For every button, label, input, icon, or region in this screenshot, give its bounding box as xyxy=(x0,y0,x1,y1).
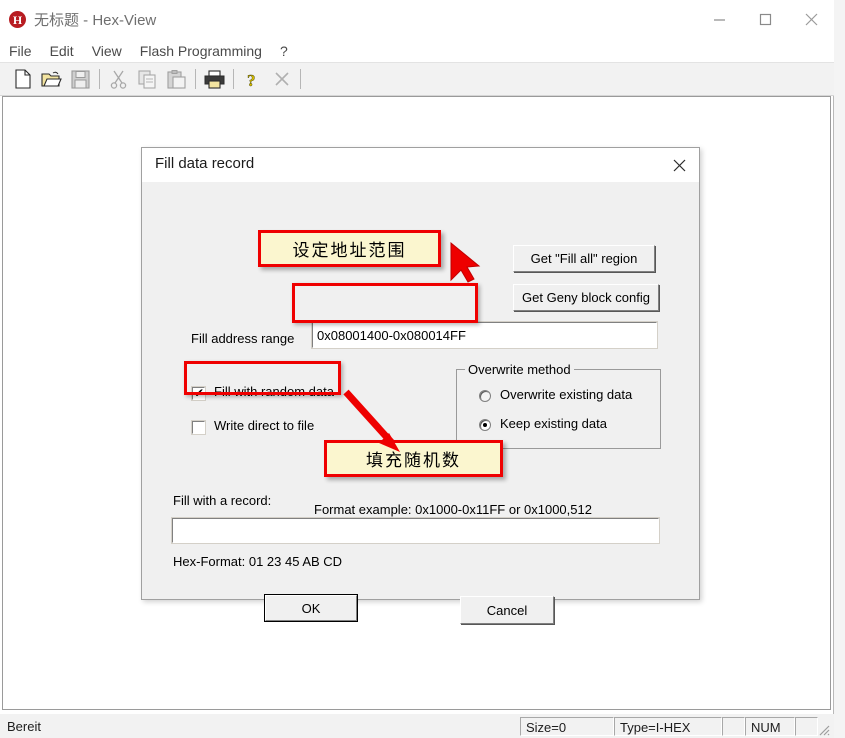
write-direct-to-file-label: Write direct to file xyxy=(214,418,315,433)
cancel-button[interactable]: Cancel xyxy=(460,596,554,624)
title-bar: H 无标题 - Hex-View xyxy=(0,0,834,39)
overwrite-method-title: Overwrite method xyxy=(465,362,574,377)
window-title: 无标题 - Hex-View xyxy=(34,12,157,29)
status-size: Size=0 xyxy=(520,716,614,736)
menu-item-file[interactable]: File xyxy=(0,43,41,59)
annotation-set-address-range: 设定地址范围 xyxy=(258,230,441,267)
fill-with-a-record-label: Fill with a record: xyxy=(173,493,272,508)
annotation-fill-random-number: 填充随机数 xyxy=(324,440,503,477)
window-controls xyxy=(696,0,834,39)
address-format-hint: Format example: 0x1000-0x11FF or 0x1000,… xyxy=(314,502,592,517)
fill-address-range-label: Fill address range xyxy=(191,331,295,346)
write-direct-to-file-checkbox[interactable] xyxy=(191,420,206,435)
radio-dot-icon xyxy=(483,423,487,427)
new-file-icon[interactable] xyxy=(8,65,37,93)
help-icon[interactable]: ? xyxy=(238,65,267,93)
open-file-icon[interactable] xyxy=(37,65,66,93)
print-icon[interactable] xyxy=(200,65,229,93)
maximize-button[interactable] xyxy=(742,0,788,39)
status-type: Type=I-HEX xyxy=(614,716,722,736)
toolbar-separator-4 xyxy=(300,69,301,89)
close-button[interactable] xyxy=(788,0,834,39)
menu-item-view[interactable]: View xyxy=(83,43,131,59)
overwrite-method-group: Overwrite method Overwrite existing data… xyxy=(456,362,661,449)
overwrite-existing-data-radio[interactable] xyxy=(479,390,491,402)
dialog-title-bar: Fill data record xyxy=(142,148,699,182)
fill-address-range-input[interactable]: 0x08001400-0x080014FF xyxy=(311,321,658,349)
fill-with-a-record-input[interactable] xyxy=(171,517,660,544)
menu-item-edit[interactable]: Edit xyxy=(41,43,83,59)
dialog-close-button[interactable] xyxy=(667,154,691,176)
overwrite-existing-data-label: Overwrite existing data xyxy=(500,387,633,402)
get-geny-block-config-button[interactable]: Get Geny block config xyxy=(513,284,659,311)
keep-existing-data-label: Keep existing data xyxy=(500,416,607,431)
paste-icon xyxy=(162,65,191,93)
menu-item-flash-programming[interactable]: Flash Programming xyxy=(131,43,271,59)
annotation-rect-address-field xyxy=(292,283,478,323)
hex-format-hint: Hex-Format: 01 23 45 AB CD xyxy=(173,554,343,569)
dialog-title: Fill data record xyxy=(155,155,255,172)
toolbar-separator-2 xyxy=(195,69,196,89)
keep-existing-data-radio[interactable] xyxy=(479,419,491,431)
status-message: Bereit xyxy=(7,718,41,734)
toolbar-separator-1 xyxy=(99,69,100,89)
resize-grip-icon[interactable] xyxy=(816,722,830,736)
svg-text:?: ? xyxy=(247,71,256,89)
toolbar-separator-3 xyxy=(233,69,234,89)
save-file-icon xyxy=(66,65,95,93)
menu-item-help[interactable]: ? xyxy=(271,43,297,59)
annotation-rect-random-checkbox xyxy=(184,361,341,395)
status-blank-1 xyxy=(722,716,745,736)
ok-button-inner: OK xyxy=(265,595,357,621)
application-window: H 无标题 - Hex-View File Edit View Flash Pr… xyxy=(0,0,834,738)
app-icon: H xyxy=(9,11,26,28)
status-bar: Bereit Size=0 Type=I-HEX NUM xyxy=(0,714,834,738)
copy-icon xyxy=(133,65,162,93)
menu-bar: File Edit View Flash Programming ? xyxy=(0,39,834,63)
ok-button[interactable]: OK xyxy=(264,594,358,622)
minimize-button[interactable] xyxy=(696,0,742,39)
status-blank-2 xyxy=(795,716,818,736)
close-document-icon xyxy=(267,65,296,93)
toolbar: ? xyxy=(0,63,834,96)
get-fill-all-region-button[interactable]: Get "Fill all" region xyxy=(513,245,655,272)
cut-icon xyxy=(104,65,133,93)
status-num-indicator: NUM xyxy=(745,716,795,736)
